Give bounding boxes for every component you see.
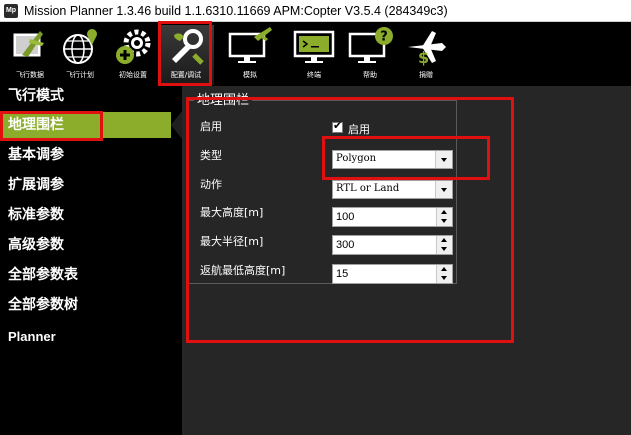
title-bar: Mp Mission Planner 1.3.46 build 1.1.6310… — [0, 0, 631, 22]
toolbar-simulation-button[interactable]: 模拟 — [222, 25, 278, 85]
toolbar-donate-label: 捐赠 — [419, 71, 433, 79]
nav-selection-arrow — [171, 111, 182, 139]
nav-item-basic-tuning[interactable]: 基本调参 — [0, 142, 182, 168]
toolbar-flight-plan-label: 飞行计划 — [66, 71, 94, 79]
toolbar-help-label: 帮助 — [363, 71, 377, 79]
terminal-icon — [293, 30, 335, 63]
nav-item-flight-modes[interactable]: 飞行模式 — [0, 83, 182, 109]
toolbar-flight-data-button[interactable]: 飞行数据 — [2, 25, 58, 85]
nav-item-standard-params[interactable]: 标准参数 — [0, 202, 182, 228]
nav-item-full-param-list[interactable]: 全部参数表 — [0, 262, 182, 288]
annotation-box-fence-type — [322, 136, 490, 180]
nav-item-full-param-tree[interactable]: 全部参数树 — [0, 292, 182, 318]
nav-item-advanced-params[interactable]: 高级参数 — [0, 232, 182, 258]
annotation-box-config-button — [158, 21, 212, 86]
toolbar-terminal-button[interactable]: 终端 — [286, 25, 342, 85]
toolbar-terminal-label: 终端 — [307, 71, 321, 79]
window-title: Mission Planner 1.3.46 build 1.1.6310.11… — [24, 3, 448, 18]
app-logo-icon: Mp — [4, 3, 18, 18]
nav-item-planner[interactable]: Planner — [0, 324, 182, 350]
toolbar-initial-setup-button[interactable]: 初始设置 — [105, 25, 161, 85]
globe-icon — [63, 29, 97, 64]
nav-item-extended-tuning[interactable]: 扩展调参 — [0, 172, 182, 198]
toolbar-flight-plan-button[interactable]: 飞行计划 — [52, 25, 108, 85]
monitor-plane-icon — [228, 27, 272, 63]
annotation-box-geofence-panel — [186, 97, 514, 343]
toolbar-flight-data-label: 飞行数据 — [16, 71, 44, 79]
toolbar-simulation-label: 模拟 — [243, 71, 257, 79]
help-monitor-icon: ? — [348, 27, 393, 63]
main-toolbar: 飞行数据 飞行计划 初始设置 配置/调试 模拟 终端 ? 帮助 $ 捐赠 — [0, 22, 631, 86]
annotation-box-geofence-nav — [0, 111, 103, 141]
svg-text:$: $ — [418, 48, 429, 67]
svg-text:?: ? — [380, 30, 388, 45]
toolbar-donate-button[interactable]: $ 捐赠 — [398, 25, 454, 85]
toolbar-initial-setup-label: 初始设置 — [119, 71, 147, 79]
plane-icon — [12, 31, 44, 58]
donate-plane-icon: $ — [408, 31, 446, 67]
gear-plus-icon — [116, 29, 151, 64]
mission-planner-window: { "window": { "icon_text": "Mp", "title"… — [0, 0, 631, 435]
toolbar-help-button[interactable]: ? 帮助 — [342, 25, 398, 85]
